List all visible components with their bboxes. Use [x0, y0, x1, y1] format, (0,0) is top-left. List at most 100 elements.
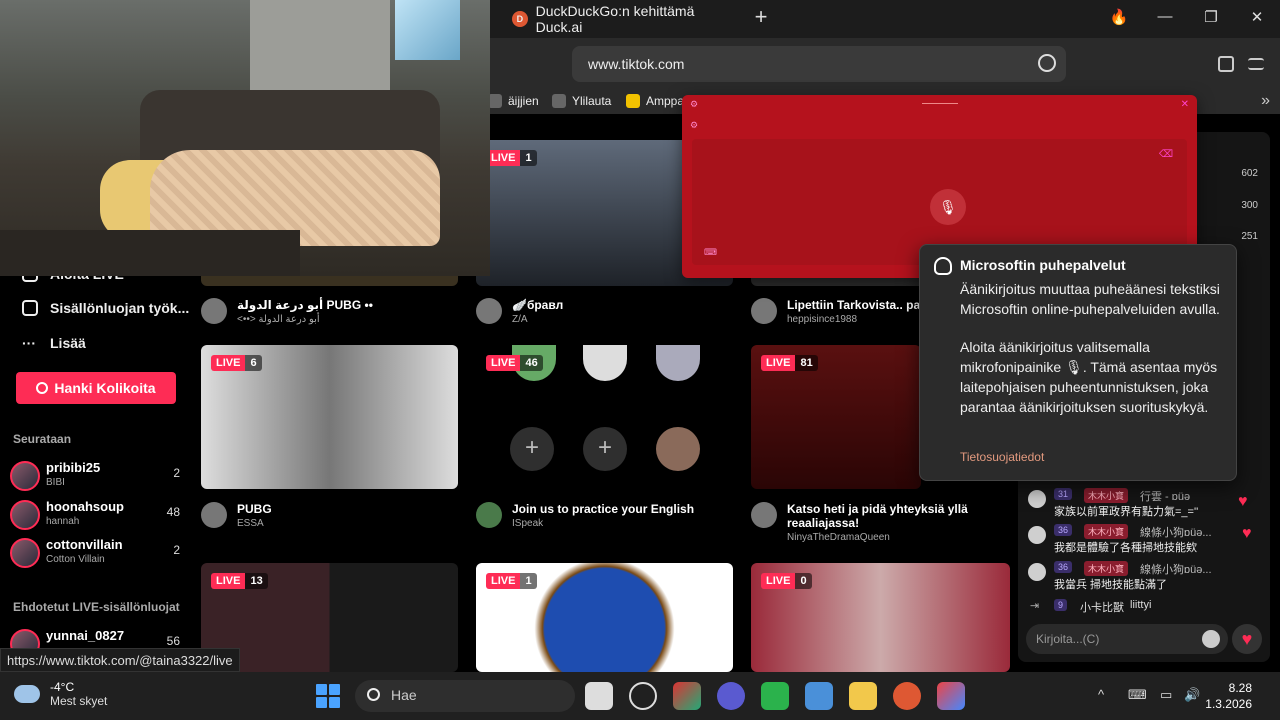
backspace-icon[interactable]: ⌫ [1159, 149, 1173, 160]
new-tab-button[interactable]: + [750, 6, 772, 28]
suggested-count: 56 [166, 634, 180, 648]
card-meta[interactable]: Katso heti ja pidä yhteyksiä yllä reaali… [751, 502, 1011, 546]
tabs-icon[interactable] [1218, 56, 1234, 72]
stat-value: 300 [1241, 200, 1258, 211]
add-guest-button[interactable]: + [583, 427, 627, 471]
sidebar-item-label: Lisää [50, 335, 86, 351]
live-card[interactable]: LIVE 81 [751, 345, 921, 489]
duck-ai-icon[interactable] [1038, 54, 1056, 72]
bookmark-aijjien[interactable]: äijjien [488, 94, 539, 108]
drag-handle[interactable] [922, 103, 958, 104]
add-guest-button[interactable]: + [510, 427, 554, 471]
card-title: Lipettiin Tarkovista.. part [787, 298, 929, 312]
microphone-button[interactable]: 🎙 [930, 189, 966, 225]
task-view-icon[interactable] [585, 682, 613, 710]
duckduckgo-icon[interactable] [893, 682, 921, 710]
window [395, 0, 460, 60]
live-label: LIVE [486, 573, 521, 589]
chevron-up-icon[interactable]: ^ [1098, 687, 1104, 702]
live-card[interactable]: LIVE 6 [201, 345, 458, 489]
fire-icon[interactable]: 🔥 [1108, 8, 1130, 26]
maximize-button[interactable]: ❐ [1200, 8, 1222, 26]
avatar [656, 345, 700, 381]
app-icon[interactable] [673, 682, 701, 710]
card-creator: <••> أبو درعة الدولة [237, 314, 320, 325]
close-window-button[interactable]: ✕ [1246, 8, 1268, 26]
card-title: 🪽бравл [512, 298, 564, 312]
settings-icon[interactable]: ⚙ [690, 120, 698, 131]
live-card[interactable]: + + LIVE 46 [476, 345, 733, 489]
bookmark-amppa[interactable]: Amppa [626, 94, 684, 108]
live-card[interactable]: LIVE 1 [476, 563, 733, 672]
bookmark-label: äijjien [508, 94, 539, 108]
sidebar-item-creator-tools[interactable]: Sisällönluojan työk... [22, 300, 189, 316]
following-sub: Cotton Villain [46, 554, 105, 565]
live-badge: LIVE 1 [486, 150, 537, 166]
emoji-icon[interactable] [1202, 630, 1220, 648]
chat-input[interactable]: Kirjoita...(C) [1026, 624, 1228, 654]
keyboard-icon[interactable]: ⌨ [1128, 687, 1147, 703]
menu-icon[interactable] [1248, 58, 1264, 70]
keyboard-icon[interactable]: ⌨ [704, 247, 717, 258]
microphone-icon: 🎙 [939, 198, 957, 215]
live-card[interactable]: LIVE 0 [751, 563, 1010, 672]
url-text: www.tiktok.com [588, 56, 685, 72]
network-icon[interactable]: ▭ [1160, 687, 1172, 703]
following-count: 2 [173, 466, 180, 480]
card-creator: ESSA [237, 518, 264, 529]
card-creator: Z/A [512, 314, 528, 325]
chat-text: 我都是體驗了各種掃地技能欸 [1054, 542, 1197, 554]
following-name: hoonahsoup [46, 499, 124, 514]
level-badge: 9 [1054, 599, 1068, 611]
chat-user[interactable]: 行雲 - ɒüǝ [1140, 488, 1190, 504]
clock[interactable]: 8.28 1.3.2026 [1205, 680, 1252, 712]
app-icon[interactable] [629, 682, 657, 710]
live-label: LIVE [211, 355, 246, 371]
chat-user[interactable]: 線條小狗ɒüǝ... [1140, 561, 1212, 577]
minimize-button[interactable]: — [1154, 8, 1176, 25]
card-meta[interactable]: Join us to practice your English ISpeak [476, 502, 733, 532]
close-icon[interactable]: ✕ [1181, 99, 1189, 110]
chat-user[interactable]: 小卡比獸 [1080, 599, 1124, 615]
more-icon: ··· [22, 335, 36, 351]
weather-widget[interactable]: -4°C Mest skyet [14, 680, 107, 708]
settings-icon[interactable]: ⚙ [690, 99, 698, 110]
volume-icon[interactable]: 🔊 [1184, 687, 1200, 703]
viewer-count: 1 [520, 150, 537, 166]
start-button[interactable] [316, 684, 340, 708]
taskbar-search[interactable]: Hae [355, 680, 575, 712]
card-meta[interactable]: Lipettiin Tarkovista.. part heppisince19… [751, 298, 929, 328]
card-meta[interactable]: 🪽бравл Z/A [476, 298, 733, 328]
following-item[interactable]: hoonahsoup hannah 48 [10, 497, 180, 533]
bookmark-ylilauta[interactable]: Ylilauta [552, 94, 611, 108]
chat-join: ⇥ 9 小卡比獸 liittyi [1026, 599, 1266, 615]
stat-value: 251 [1241, 231, 1258, 242]
card-meta[interactable]: أبو درعة الدولة PUBG •• <••> أبو درعة ال… [201, 298, 458, 328]
card-meta[interactable]: PUBG ESSA [201, 502, 458, 532]
sidebar-item-more[interactable]: ··· Lisää [22, 335, 86, 351]
viewer-count: 0 [795, 573, 812, 589]
app-icon[interactable] [761, 682, 789, 710]
tooltip-title: Microsoftin puhepalvelut [960, 257, 1126, 273]
following-count: 2 [173, 543, 180, 557]
suggested-name: yunnai_0827 [46, 628, 125, 643]
get-coins-button[interactable]: Hanki Kolikoita [16, 372, 176, 404]
privacy-link[interactable]: Tietosuojatiedot [960, 450, 1044, 464]
chat-user[interactable]: 線條小狗ɒüǝ... [1140, 524, 1212, 540]
address-bar[interactable]: www.tiktok.com [572, 46, 1066, 82]
following-item[interactable]: cottonvillain Cotton Villain 2 [10, 535, 180, 571]
bookmark-icon [552, 94, 566, 108]
table [0, 230, 300, 276]
chevron-right-icon[interactable]: » [1261, 92, 1270, 110]
app-icon[interactable] [717, 682, 745, 710]
browser-tab[interactable]: D DuckDuckGo:n kehittämä Duck.ai [500, 3, 740, 35]
file-explorer-icon[interactable] [849, 682, 877, 710]
app-icon[interactable] [937, 682, 965, 710]
following-count: 48 [166, 505, 180, 519]
following-item[interactable]: pribibi25 BIBI 2 [10, 458, 180, 494]
suggested-title: Ehdotetut LIVE-sisällönluojat [13, 600, 180, 614]
like-button[interactable]: ♥ [1232, 624, 1262, 654]
calculator-icon[interactable] [805, 682, 833, 710]
tab-title: DuckDuckGo:n kehittämä Duck.ai [535, 3, 695, 35]
card-title-line2: reaaliajassa! [787, 516, 860, 530]
